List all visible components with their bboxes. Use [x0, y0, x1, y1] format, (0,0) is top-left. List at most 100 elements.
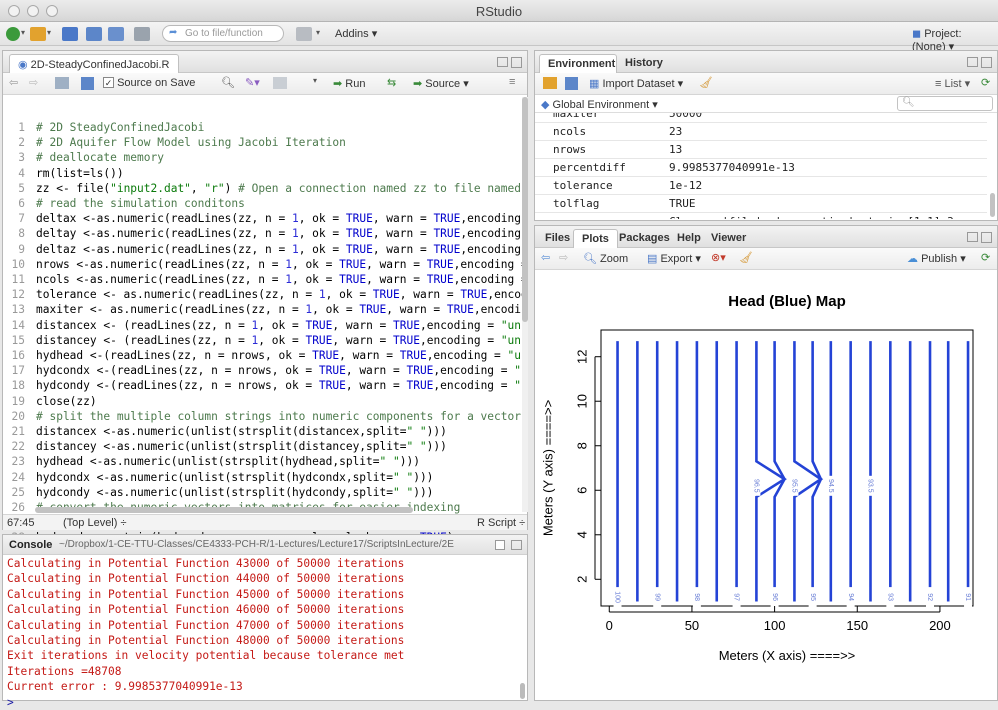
source-on-save-checkbox[interactable]: ✓ Source on Save	[103, 77, 195, 89]
print-icon[interactable]	[134, 27, 150, 41]
list-view-menu[interactable]: ≡ List ▾	[935, 77, 970, 90]
chevron-down-icon[interactable]: ▾	[47, 28, 51, 37]
code-line[interactable]: hydcondy <-(readLines(zz, n = nrows, ok …	[36, 378, 523, 393]
chevron-down-icon[interactable]: ▾	[316, 28, 320, 37]
rerun-icon[interactable]: ⇆	[387, 76, 396, 89]
maximize-console-icon[interactable]	[511, 540, 522, 550]
editor-hscrollbar[interactable]	[35, 507, 415, 513]
code-line[interactable]: distancey <- (readLines(zz, n = 1, ok = …	[36, 333, 523, 348]
editor-hscroll-thumb[interactable]	[35, 507, 413, 513]
tab-viewer[interactable]: Viewer	[703, 229, 754, 248]
code-line[interactable]: # read the simulation conditons	[36, 196, 245, 211]
tab-files[interactable]: Files	[537, 229, 578, 248]
file-type-menu[interactable]: R Script ÷	[477, 517, 525, 529]
forward-arrow-icon[interactable]: ⇨	[29, 76, 38, 89]
environment-tabbar: Environment History	[535, 51, 997, 73]
maximize-pane-icon[interactable]	[511, 57, 522, 68]
code-line[interactable]: nrows <-as.numeric(readLines(zz, n = 1, …	[36, 257, 523, 272]
minimize-pane-icon[interactable]	[497, 57, 508, 67]
code-line[interactable]: hydcondx <-as.numeric(unlist(strsplit(hy…	[36, 470, 433, 485]
goto-file-input[interactable]: ➦ Go to file/function	[162, 25, 284, 42]
back-arrow-icon[interactable]: ⇦	[9, 76, 18, 89]
remove-plot-icon[interactable]: ⊗▾	[711, 251, 726, 264]
code-editor[interactable]: 1 # 2D SteadyConfinedJacobi 2 # 2D Aquifer …	[3, 119, 523, 564]
code-line[interactable]: deltax <-as.numeric(readLines(zz, n = 1,…	[36, 211, 523, 226]
refresh-icon[interactable]: ⟳	[981, 76, 990, 89]
show-in-window-icon[interactable]	[55, 77, 69, 89]
import-dataset-button[interactable]: ▦ Import Dataset ▾	[589, 77, 683, 90]
grid-layout-icon[interactable]	[296, 27, 312, 41]
load-workspace-icon[interactable]	[543, 77, 557, 89]
compile-report-icon[interactable]	[273, 77, 287, 89]
code-line[interactable]: tolerance <- as.numeric(readLines(zz, n …	[36, 287, 523, 302]
search-icon[interactable]: 🔍︎	[221, 76, 235, 89]
minimize-pane-icon[interactable]	[967, 57, 978, 67]
environment-row[interactable]: ncols 23	[535, 123, 987, 141]
tab-history[interactable]: History	[617, 54, 671, 73]
broom-icon[interactable]: 🧹︎	[739, 251, 753, 264]
environment-row[interactable]: maxiter 50000	[535, 113, 987, 123]
code-line[interactable]: deltay <-as.numeric(readLines(zz, n = 1,…	[36, 226, 523, 241]
code-line[interactable]: zz <- file("input2.dat", "r") # Open a c…	[36, 181, 523, 196]
publish-button[interactable]: ☁ Publish ▾	[907, 252, 966, 265]
chevron-down-icon[interactable]: ▾	[21, 28, 25, 37]
code-line[interactable]: rm(list=ls())	[36, 166, 124, 181]
editor-scroll-thumb[interactable]	[522, 97, 528, 322]
run-button[interactable]: ➡ Run	[333, 77, 365, 90]
code-line[interactable]: close(zz)	[36, 394, 97, 409]
tab-environment[interactable]: Environment	[539, 54, 617, 73]
console-prompt[interactable]: >	[7, 695, 517, 710]
addins-menu[interactable]: Addins ▾	[335, 27, 377, 40]
tab-source-file[interactable]: ◉ 2D-SteadyConfinedJacobi.R ×	[9, 54, 179, 83]
source-button[interactable]: ➡ Source ▾	[413, 77, 469, 90]
code-line[interactable]: hydcondx <-(readLines(zz, n = nrows, ok …	[36, 363, 523, 378]
new-file-icon[interactable]	[6, 27, 20, 41]
code-line[interactable]: # 2D Aquifer Flow Model using Jacobi Ite…	[36, 135, 346, 150]
save-workspace-icon[interactable]	[565, 77, 578, 90]
chevron-down-icon[interactable]: ▾	[313, 76, 317, 85]
editor-scrollbar[interactable]	[522, 97, 528, 512]
code-line[interactable]: hydhead <-as.numeric(unlist(strsplit(hyd…	[36, 454, 420, 469]
tab-packages-label: Packages	[619, 232, 670, 244]
scope-menu[interactable]: (Top Level) ÷	[63, 517, 127, 529]
maximize-pane-icon[interactable]	[981, 232, 992, 243]
save-icon[interactable]	[86, 27, 102, 41]
export-button[interactable]: ▤ Export ▾	[647, 252, 701, 265]
console-scroll-thumb[interactable]	[520, 683, 525, 699]
environment-row[interactable]: nrows 13	[535, 141, 987, 159]
goto-dir-icon[interactable]	[495, 540, 505, 550]
code-line[interactable]: # split the multiple column strings into…	[36, 409, 521, 424]
refresh-icon[interactable]: ⟳	[981, 251, 990, 264]
code-line[interactable]: distancey <-as.numeric(unlist(strsplit(d…	[36, 439, 447, 454]
zoom-button[interactable]: 🔍︎ Zoom	[583, 252, 628, 265]
save-icon[interactable]	[81, 77, 94, 90]
tab-packages[interactable]: Packages	[611, 229, 678, 248]
minimize-pane-icon[interactable]	[967, 232, 978, 242]
global-environment-menu[interactable]: ◆ Global Environment ▾	[541, 98, 658, 111]
broom-icon[interactable]: 🧹︎	[699, 76, 713, 89]
environment-scroll-thumb[interactable]	[990, 193, 995, 217]
code-line[interactable]: hydhead <-(readLines(zz, n = nrows, ok =…	[36, 348, 523, 363]
code-line[interactable]: maxiter <- as.numeric(readLines(zz, n = …	[36, 302, 523, 317]
maximize-pane-icon[interactable]	[981, 57, 992, 68]
code-line[interactable]: deltaz <-as.numeric(readLines(zz, n = 1,…	[36, 242, 523, 257]
environment-row[interactable]: tolflag TRUE	[535, 195, 987, 213]
environment-search-input[interactable]: 🔍︎	[897, 96, 993, 111]
save-all-icon[interactable]	[108, 27, 124, 41]
open-project-icon[interactable]	[30, 27, 46, 41]
previous-plot-icon[interactable]: ⇦	[541, 251, 550, 264]
environment-row[interactable]: tolerance 1e-12	[535, 177, 987, 195]
code-line[interactable]: # deallocate memory	[36, 150, 164, 165]
console-output[interactable]: Calculating in Potential Function 43000 …	[7, 556, 517, 710]
code-tools-icon[interactable]: ✎▾	[245, 76, 260, 89]
code-line[interactable]: # 2D SteadyConfinedJacobi	[36, 120, 204, 135]
environment-row[interactable]: percentdiff 9.9985377040991e-13	[535, 159, 987, 177]
code-line[interactable]: distancex <- (readLines(zz, n = 1, ok = …	[36, 318, 523, 333]
next-plot-icon[interactable]: ⇨	[559, 251, 568, 264]
code-line[interactable]: ncols <-as.numeric(readLines(zz, n = 1, …	[36, 272, 523, 287]
code-line[interactable]: hydcondy <-as.numeric(unlist(strsplit(hy…	[36, 485, 433, 500]
code-line[interactable]: distancex <-as.numeric(unlist(strsplit(d…	[36, 424, 447, 439]
open-file-icon[interactable]	[62, 27, 78, 41]
document-outline-icon[interactable]: ≡	[509, 76, 515, 88]
environment-row[interactable]: zz Classes 'file', 'connection' atomic [1…	[535, 213, 987, 219]
